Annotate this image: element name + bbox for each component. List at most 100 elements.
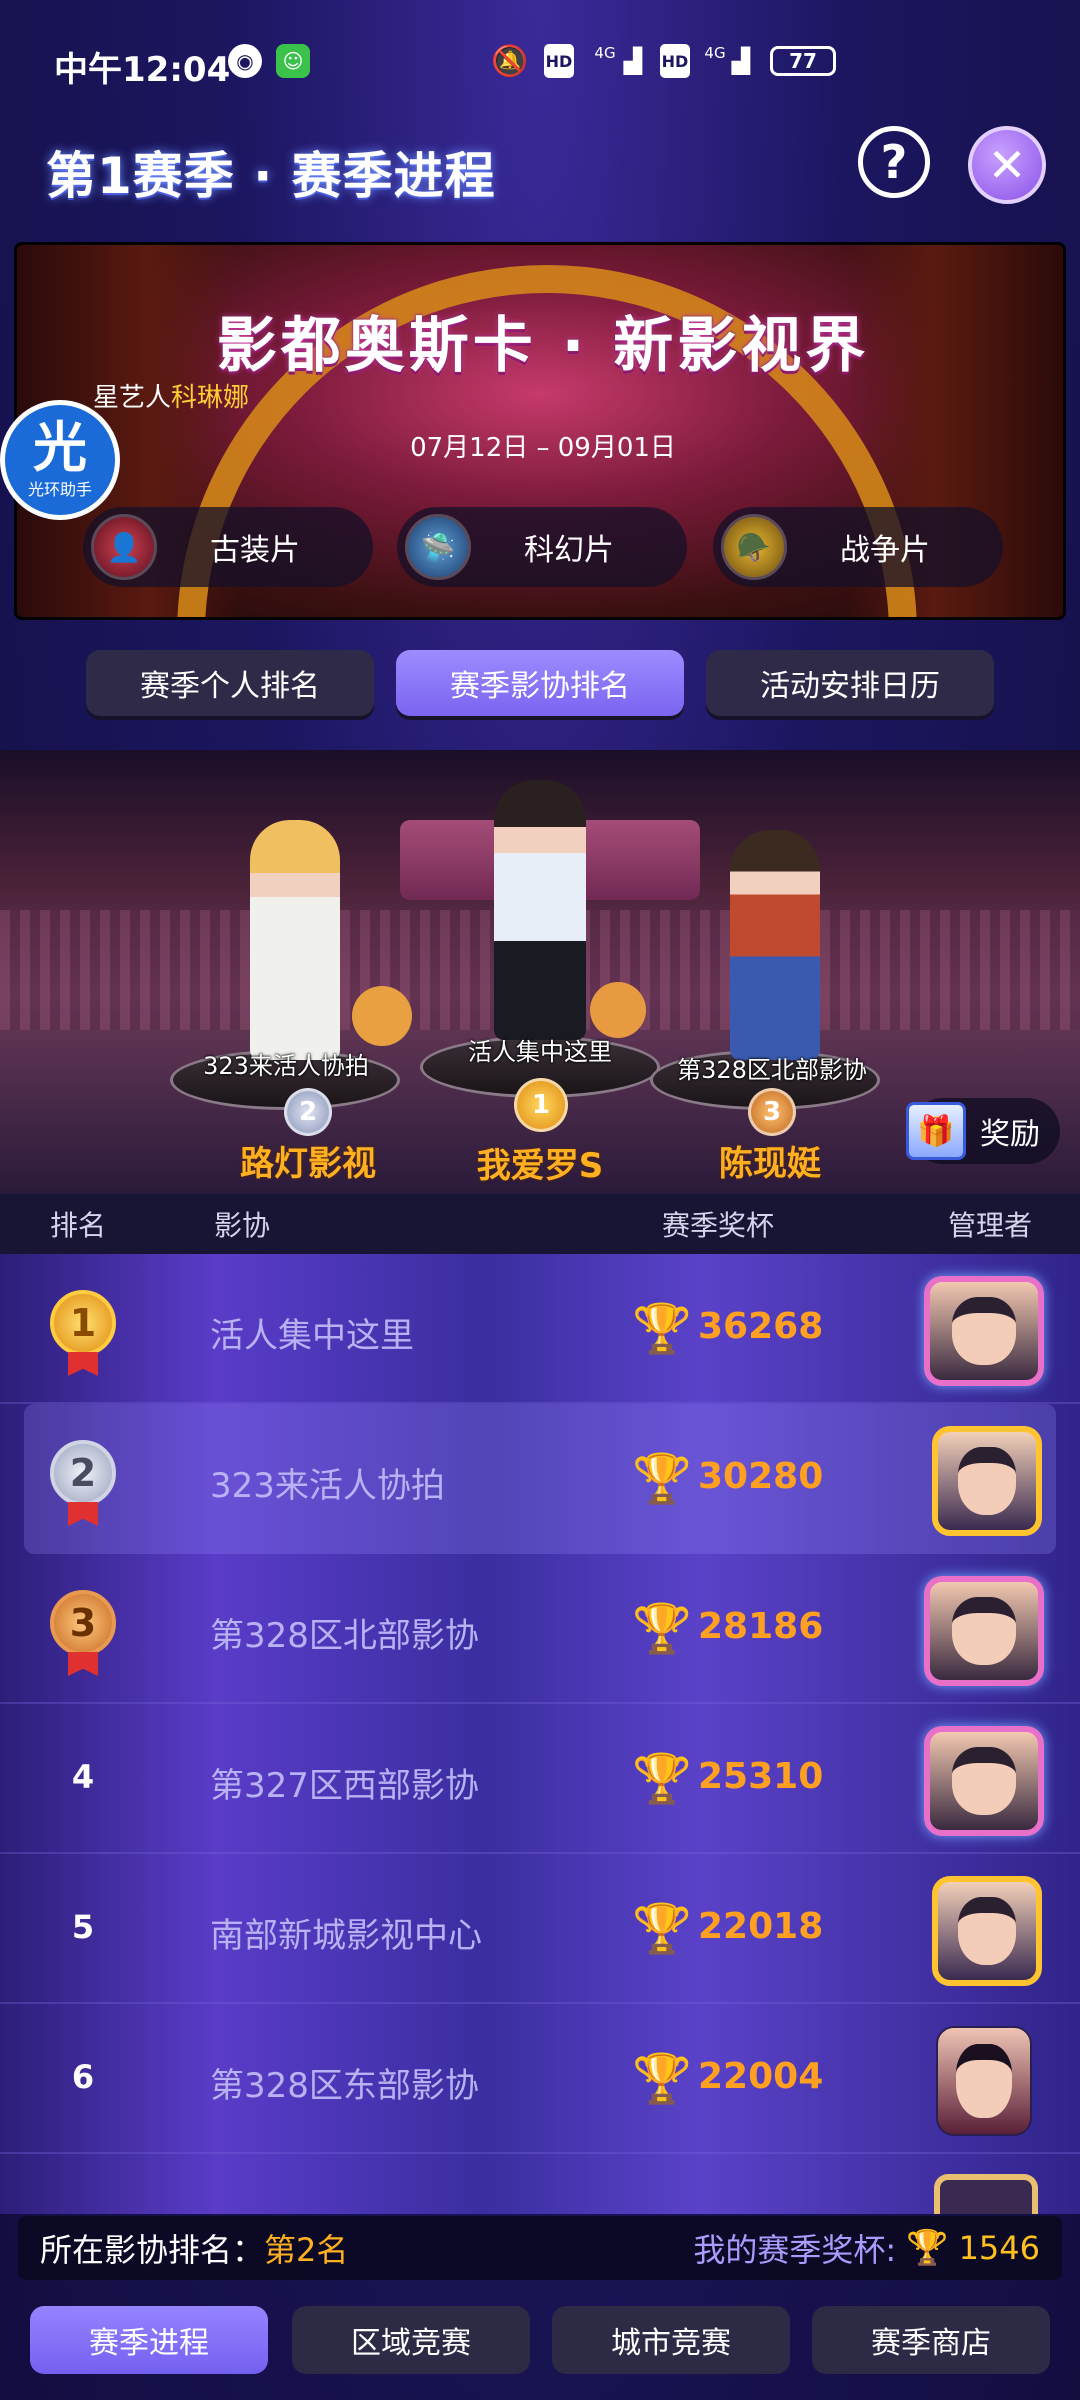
podium-guild-second: 323来活人协拍 (203, 1052, 369, 1080)
manager-avatar[interactable] (924, 1276, 1044, 1386)
podium-guild-third: 第328区北部影协 (677, 1056, 867, 1084)
cup-count: 36268 (698, 1306, 824, 1347)
signal-icon: ▟ (623, 47, 643, 75)
cup-count: 22018 (698, 1906, 824, 1947)
genre-button-scifi[interactable]: 🛸 科幻片 (397, 507, 687, 587)
ranking-list[interactable]: 1 活人集中这里 🏆 36268 2 323来活人协拍 🏆 30280 3 第3… (0, 1254, 1080, 2214)
genre-button-costume[interactable]: 👤 古装片 (83, 507, 373, 587)
trophy-icon: 🏆 (632, 1300, 692, 1357)
cup-count: 25310 (698, 1756, 824, 1797)
trophy-icon: 🏆 (632, 2050, 692, 2107)
my-cups-label: 我的赛季奖杯: (693, 2231, 897, 2269)
logo-glyph: 光 (33, 416, 87, 479)
my-cups-value: 1546 (958, 2229, 1040, 2267)
rank-number: 6 (71, 2058, 95, 2096)
tab-season-shop[interactable]: 赛季商店 (812, 2306, 1050, 2374)
manager-avatar[interactable] (924, 1726, 1044, 1836)
mute-icon: 🔕 (491, 43, 529, 79)
pet-cat (590, 982, 646, 1038)
manager-avatar-partial (934, 2174, 1038, 2214)
ribbon-icon (68, 1652, 98, 1676)
genre-label: 战争片 (840, 533, 930, 568)
guild-name: 南部新城影视中心 (210, 1916, 482, 1956)
guild-name: 第328区北部影协 (210, 1616, 479, 1656)
avatar-face (957, 1446, 1017, 1516)
status-bar: 中午12:04 ◉ ☺ 🔕 HD 4G ▟ HD 4G ▟ 77 (0, 0, 1080, 120)
table-row[interactable]: 1 活人集中这里 🏆 36268 (0, 1254, 1080, 1404)
table-row[interactable]: 4 第327区西部影协 🏆 25310 (0, 1704, 1080, 1854)
my-rank-label: 所在影协排名： (40, 2231, 265, 2269)
header-cups: 赛季奖杯 (662, 1209, 775, 1242)
cup-count: 30280 (698, 1456, 824, 1497)
manager-avatar[interactable] (936, 2026, 1032, 2136)
avatar-face (951, 1596, 1017, 1666)
star-name: 科琳娜 (171, 383, 250, 413)
table-row[interactable]: 5 南部新城影视中心 🏆 22018 (0, 1854, 1080, 2004)
ribbon-icon (68, 1352, 98, 1376)
avatar-face (957, 1896, 1017, 1966)
event-banner[interactable]: 影都奥斯卡 · 新影视界 星艺人科琳娜 07月12日 – 09月01日 👤 古装… (14, 242, 1066, 620)
trophy-icon: 🏆 (632, 1750, 692, 1807)
soldier-icon: 🪖 (721, 514, 787, 580)
guild-name: 活人集中这里 (210, 1316, 414, 1356)
close-button[interactable]: ✕ (968, 126, 1046, 204)
gold-medal-icon: 1 (514, 1078, 568, 1132)
banner-title: 影都奥斯卡 · 新影视界 (216, 311, 870, 381)
status-time: 中午12:04 (54, 50, 231, 90)
trophy-icon: 🏆 (632, 1600, 692, 1657)
header-manager: 管理者 (948, 1209, 1033, 1242)
costume-avatar-icon: 👤 (91, 514, 157, 580)
silver-medal-icon: 2 (284, 1088, 332, 1136)
page-title: 第1赛季 · 赛季进程 (46, 147, 496, 205)
podium-name-third[interactable]: 陈现娗 (650, 1136, 890, 1185)
manager-avatar[interactable] (932, 1426, 1042, 1536)
star-prefix: 星艺人 (93, 383, 172, 413)
hd-badge-2: HD (660, 44, 690, 78)
table-row[interactable]: 6 第328区东部影协 🏆 22004 (0, 2004, 1080, 2154)
avatar-face (951, 1296, 1017, 1366)
podium-name-second[interactable]: 路灯影视 (188, 1136, 428, 1185)
trophy-icon: 🏆 (906, 2228, 949, 2268)
podium-name-first[interactable]: 我爱罗S (420, 1138, 660, 1187)
logo-text: 光环助手 (27, 480, 92, 499)
ufo-icon: 🛸 (405, 514, 471, 580)
genre-label: 古装片 (210, 533, 300, 568)
table-row[interactable]: 3 第328区北部影协 🏆 28186 (0, 1554, 1080, 1704)
cup-count: 28186 (698, 1606, 824, 1647)
tab-season-progress[interactable]: 赛季进程 (30, 2306, 268, 2374)
character-second (250, 820, 340, 1060)
tab-guild-ranking[interactable]: 赛季影协排名 (396, 650, 684, 716)
banner-star-line: 星艺人科琳娜 (93, 377, 249, 414)
pet-dog (352, 986, 412, 1046)
header-guild: 影协 (214, 1209, 271, 1242)
tab-city-competition[interactable]: 城市竞赛 (552, 2306, 790, 2374)
character-third (730, 830, 820, 1060)
tab-personal-ranking[interactable]: 赛季个人排名 (86, 650, 374, 716)
character-first (494, 780, 586, 1040)
rank-number: 5 (71, 1908, 95, 1946)
gold-medal-icon: 1 (50, 1290, 116, 1356)
guild-name: 第327区西部影协 (210, 1766, 479, 1806)
hd-badge-1: HD (544, 44, 574, 78)
tab-activity-calendar[interactable]: 活动安排日历 (706, 650, 994, 716)
genre-button-war[interactable]: 🪖 战争片 (713, 507, 1003, 587)
trophy-icon: 🏆 (632, 1900, 692, 1957)
network-label-1: 4G (594, 44, 616, 62)
guild-name: 第328区东部影协 (210, 2066, 479, 2106)
manager-avatar[interactable] (932, 1876, 1042, 1986)
help-button[interactable]: ? (858, 126, 930, 198)
message-icon: ◉ (228, 44, 262, 78)
header-rank: 排名 (50, 1209, 107, 1242)
rank-number: 4 (71, 1758, 95, 1796)
signal-icon: ▟ (731, 47, 751, 75)
tab-region-competition[interactable]: 区域竞赛 (292, 2306, 530, 2374)
my-rank-value: 第2名 (264, 2231, 349, 2269)
trophy-icon: 🏆 (632, 1450, 692, 1507)
reward-button[interactable]: 🎁 奖励 (906, 1098, 1060, 1164)
battery-icon: 77 (770, 46, 836, 76)
wechat-icon: ☺ (276, 44, 310, 78)
halo-assistant-logo[interactable]: 光 光环助手 (0, 400, 120, 520)
table-row-current[interactable]: 2 323来活人协拍 🏆 30280 (24, 1404, 1056, 1554)
podium-guild-first: 活人集中这里 (468, 1038, 612, 1066)
manager-avatar[interactable] (924, 1576, 1044, 1686)
